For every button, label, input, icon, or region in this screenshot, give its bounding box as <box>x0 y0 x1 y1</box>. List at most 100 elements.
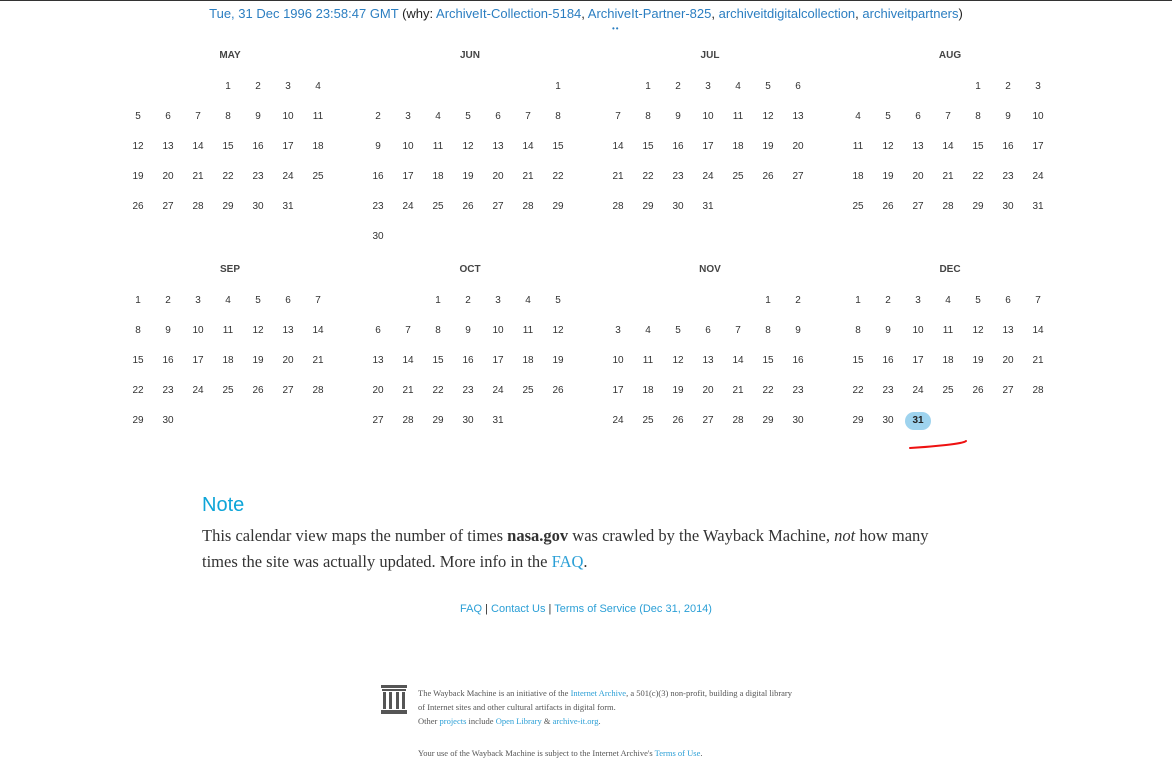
calendar-day: 6 <box>705 325 711 336</box>
internet-archive-link[interactable]: Internet Archive <box>571 688 626 698</box>
calendar-day: 7 <box>405 325 411 336</box>
calendar-day: 19 <box>252 355 264 366</box>
calendar-day: 31 <box>492 415 504 426</box>
calendar-day: 26 <box>252 385 264 396</box>
calendar-day: 10 <box>192 325 204 336</box>
calendar-day: 20 <box>792 141 804 152</box>
calendar-day: 7 <box>615 111 621 122</box>
calendar-day: 8 <box>765 325 771 336</box>
footer-text: The Wayback Machine is an initiative of … <box>418 688 793 726</box>
calendar-day: 17 <box>192 355 204 366</box>
terms-of-use-link[interactable]: Terms of Use <box>655 748 701 758</box>
calendar-day: 13 <box>492 141 504 152</box>
calendar-day: 22 <box>132 385 144 396</box>
calendar-day: 24 <box>492 385 504 396</box>
calendar-day: 23 <box>372 201 384 212</box>
calendar-day: 5 <box>255 295 261 306</box>
calendar-day: 11 <box>732 111 744 122</box>
calendar-day: 6 <box>165 111 171 122</box>
calendar-day: 15 <box>852 355 864 366</box>
calendar-day: 9 <box>885 325 891 336</box>
calendar-day: 3 <box>495 295 501 306</box>
month-name: AUG <box>938 50 962 61</box>
calendar-day: 28 <box>192 201 204 212</box>
calendar-day: 25 <box>432 201 444 212</box>
calendar-day: 23 <box>162 385 174 396</box>
calendar-day: 13 <box>162 141 174 152</box>
terms-of-service-link[interactable]: Terms of Service (Dec 31, 2014) <box>554 603 712 615</box>
calendar-day: 24 <box>912 385 924 396</box>
calendar-day: 28 <box>942 201 954 212</box>
calendar-day: 4 <box>945 295 951 306</box>
calendar-day: 25 <box>312 171 324 182</box>
calendar-day: 15 <box>432 355 444 366</box>
link-sep: | <box>545 603 555 615</box>
calendar-day: 12 <box>132 141 144 152</box>
calendar-day: 15 <box>642 141 654 152</box>
red-underline-annotation <box>909 440 967 449</box>
calendar-day: 28 <box>1032 385 1044 396</box>
calendar-day: 29 <box>972 201 984 212</box>
calendar-day: 31 <box>282 201 294 212</box>
reason-link-partner[interactable]: ArchiveIt-Partner-825 <box>588 6 712 21</box>
calendar-day: 27 <box>372 415 384 426</box>
calendar-day: 17 <box>1032 141 1044 152</box>
calendar-day: 19 <box>462 171 474 182</box>
calendar-day: 17 <box>282 141 294 152</box>
calendar-day: 12 <box>972 325 984 336</box>
calendar-day: 6 <box>915 111 921 122</box>
capture-info: Tue, 31 Dec 1996 23:58:47 GMT (why: Arch… <box>0 6 1172 21</box>
calendar-day: 8 <box>645 111 651 122</box>
calendar-day: 10 <box>1032 111 1044 122</box>
calendar-day: 28 <box>522 201 534 212</box>
calendar-day: 26 <box>762 171 774 182</box>
calendar-day: 11 <box>852 141 864 152</box>
calendar-day: 7 <box>525 111 531 122</box>
calendar-day: 3 <box>705 81 711 92</box>
capture-timestamp-link[interactable]: Tue, 31 Dec 1996 23:58:47 GMT <box>209 6 398 21</box>
faq-footer-link[interactable]: FAQ <box>460 603 482 615</box>
calendar-day: 23 <box>672 171 684 182</box>
open-library-link[interactable]: Open Library <box>496 716 542 726</box>
calendar-day: 1 <box>975 81 981 92</box>
calendar-day: 16 <box>1002 141 1014 152</box>
internet-archive-building-icon <box>381 685 407 714</box>
captured-day[interactable]: 31 <box>905 412 931 430</box>
calendar-day: 25 <box>732 171 744 182</box>
calendar-day: 18 <box>732 141 744 152</box>
calendar-day: 23 <box>1002 171 1014 182</box>
calendar-day: 10 <box>912 325 924 336</box>
calendar-day: 30 <box>372 231 384 242</box>
calendar-day: 24 <box>402 201 414 212</box>
calendar-day: 3 <box>285 81 291 92</box>
calendar-day: 26 <box>462 201 474 212</box>
note-section: Note This calendar view maps the number … <box>202 494 942 575</box>
calendar-day: 27 <box>492 201 504 212</box>
faq-link[interactable]: FAQ <box>552 552 584 571</box>
calendar-day: 25 <box>222 385 234 396</box>
calendar-day: 22 <box>432 385 444 396</box>
calendar-day: 2 <box>465 295 471 306</box>
calendar-day: 2 <box>165 295 171 306</box>
calendar-day: 25 <box>942 385 954 396</box>
calendar-day: 31 <box>702 201 714 212</box>
calendar-day: 14 <box>192 141 204 152</box>
reason-link-collection[interactable]: ArchiveIt-Collection-5184 <box>436 6 581 21</box>
note-text: This calendar view maps the number of ti… <box>202 526 929 571</box>
calendar-day: 14 <box>942 141 954 152</box>
calendar-day: 12 <box>672 355 684 366</box>
projects-link[interactable]: projects <box>439 716 466 726</box>
sparkline-dots: •• <box>612 24 620 33</box>
calendar-day: 16 <box>462 355 474 366</box>
terms-of-use-text: Your use of the Wayback Machine is subje… <box>418 748 703 758</box>
calendar-day: 17 <box>492 355 504 366</box>
calendar-day: 1 <box>135 295 141 306</box>
calendar-day: 20 <box>912 171 924 182</box>
reason-link-digitalcollection[interactable]: archiveitdigitalcollection <box>719 6 856 21</box>
calendar-day: 3 <box>405 111 411 122</box>
reason-link-partners[interactable]: archiveitpartners <box>862 6 958 21</box>
archive-it-link[interactable]: archive-it.org <box>553 716 599 726</box>
calendar-day: 31 <box>1032 201 1044 212</box>
calendar-day: 6 <box>1005 295 1011 306</box>
contact-us-link[interactable]: Contact Us <box>491 603 545 615</box>
